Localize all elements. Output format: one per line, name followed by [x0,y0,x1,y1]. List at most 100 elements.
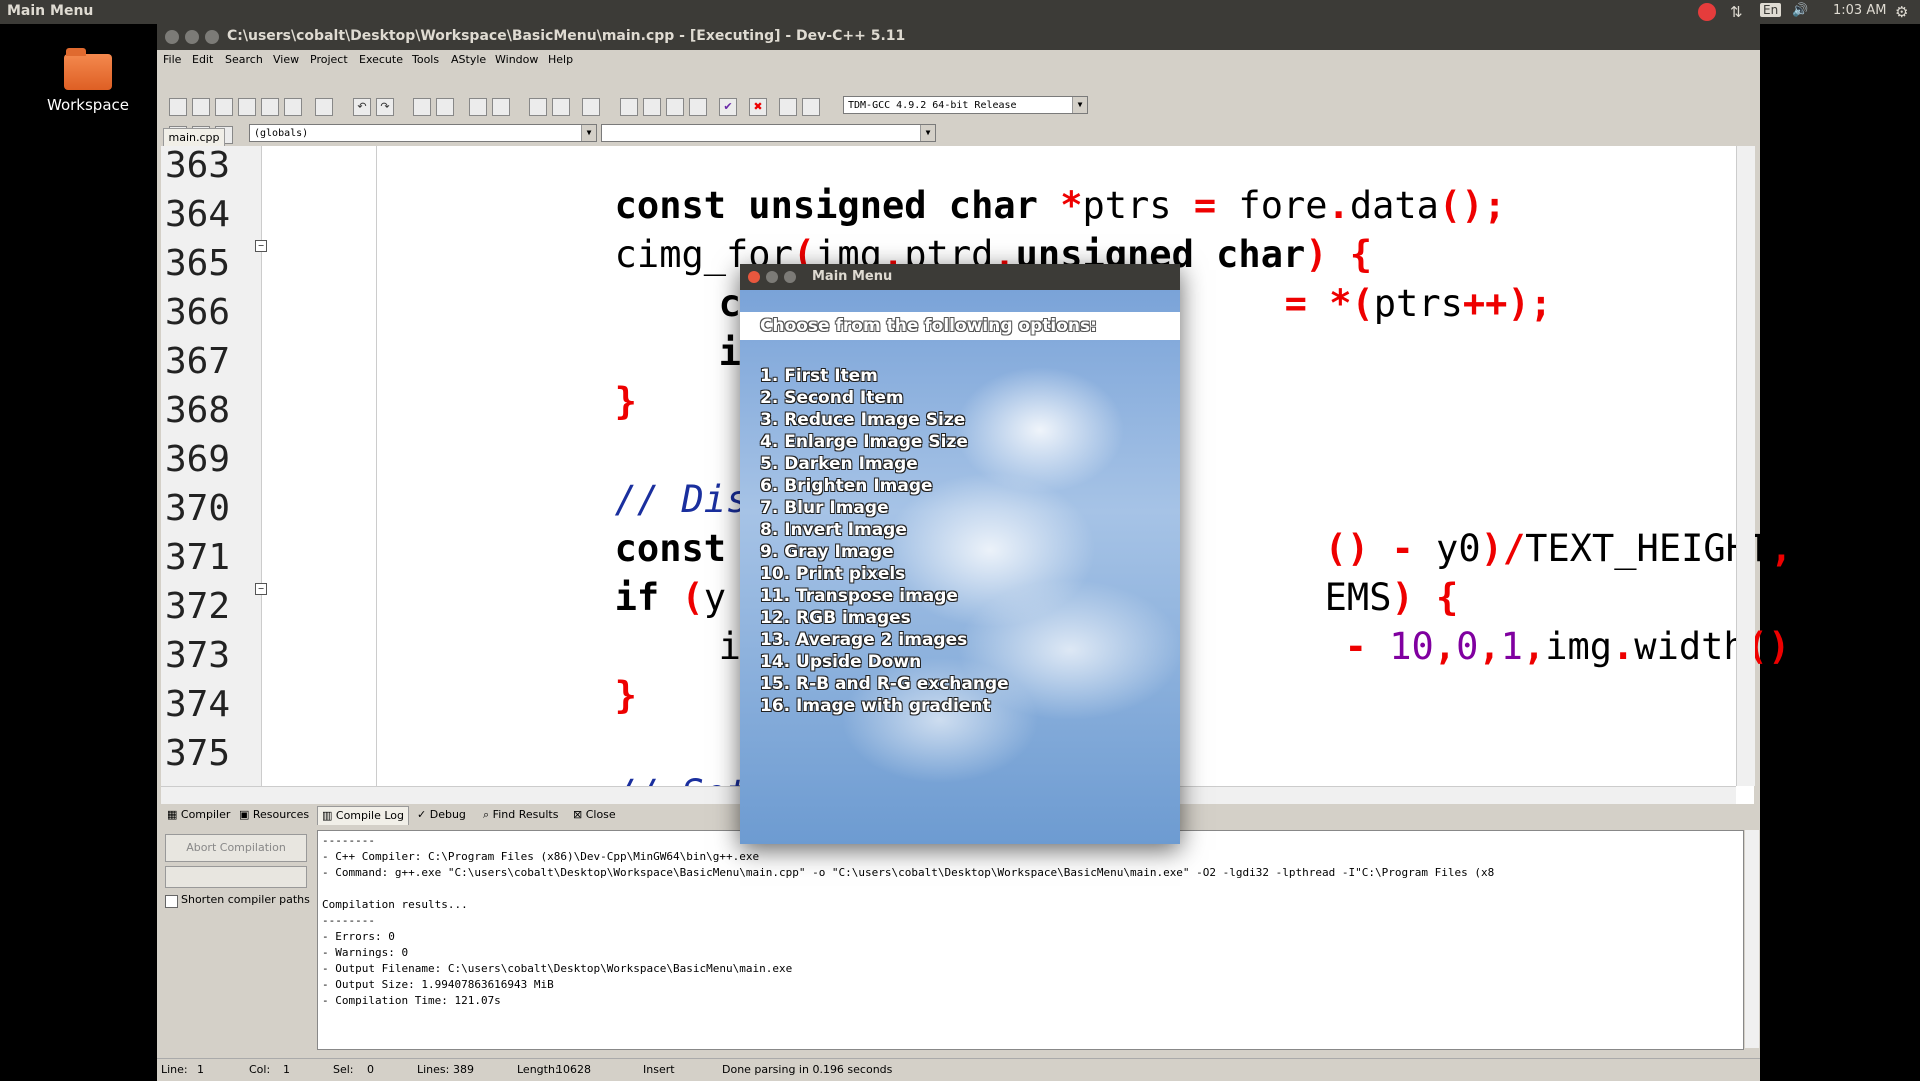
tab-debug[interactable]: ✓ Debug [413,806,470,824]
close-all-icon[interactable] [284,98,302,116]
menu-search[interactable]: Search [225,53,263,66]
new-project-icon[interactable] [620,98,638,116]
menu-option-4[interactable]: 4. Enlarge Image Size [760,431,968,453]
menu-file[interactable]: File [163,53,181,66]
record-indicator-icon[interactable] [1698,3,1716,21]
volume-icon[interactable]: 🔊 [1792,3,1808,18]
dialog-title: Main Menu [812,269,893,284]
save-project-icon[interactable] [666,98,684,116]
menu-option-3[interactable]: 3. Reduce Image Size [760,409,965,431]
fold-marker-icon[interactable]: − [255,583,267,595]
tab-close[interactable]: ⊠ Close [569,806,620,824]
tab-resources[interactable]: ▣ Resources [235,806,313,824]
dialog-minimize-button[interactable] [766,271,778,283]
menu-edit[interactable]: Edit [192,53,213,66]
menu-option-8[interactable]: 8. Invert Image [760,519,907,541]
minimize-window-button[interactable] [185,30,199,44]
menu-option-11[interactable]: 11. Transpose image [760,585,958,607]
open-file-icon[interactable] [192,98,210,116]
goto-back-icon[interactable] [529,98,547,116]
dialog-close-button[interactable] [748,271,760,283]
tab-compiler[interactable]: ▦ Compiler [163,806,234,824]
resources-icon: ▣ [239,808,253,821]
menu-option-13[interactable]: 13. Average 2 images [760,629,967,651]
tab-find-results[interactable]: ⌕ Find Results [479,806,562,824]
editor-vertical-scrollbar[interactable] [1736,146,1755,786]
find-icon[interactable] [413,98,431,116]
project-options-icon[interactable] [689,98,707,116]
save-all-icon[interactable] [238,98,256,116]
fold-marker-icon[interactable]: − [255,240,267,252]
menu-option-6[interactable]: 6. Brighten Image [760,475,933,497]
log-line: -------- [322,914,375,927]
log-line: Compilation results... [322,898,468,911]
replace-icon[interactable] [436,98,454,116]
menu-option-15[interactable]: 15. R-B and R-G exchange [760,673,1009,695]
goto-forward-icon[interactable] [552,98,570,116]
stop-execution-icon[interactable]: ✖ [749,98,767,116]
dialog-maximize-button[interactable] [784,271,796,283]
globals-select-value: (globals) [254,128,309,139]
chevron-down-icon[interactable]: ▼ [920,125,935,141]
menu-option-16[interactable]: 16. Image with gradient [760,695,991,717]
close-file-icon[interactable] [261,98,279,116]
menu-window[interactable]: Window [495,53,538,66]
gear-icon[interactable]: ⚙ [1895,3,1908,21]
menu-canvas[interactable]: Choose from the following options: 1. Fi… [740,290,1180,844]
menu-option-9[interactable]: 9. Gray Image [760,541,894,563]
save-icon[interactable] [215,98,233,116]
shorten-paths-checkbox[interactable] [165,895,178,908]
profile-icon[interactable] [779,98,797,116]
clock[interactable]: 1:03 AM [1833,3,1886,18]
check-syntax-icon[interactable]: ✔ [719,98,737,116]
tab-compile-log[interactable]: ▥ Compile Log [317,806,410,825]
code-line-371-tail: EMS) { [1324,576,1459,619]
log-line: - Errors: 0 [322,930,395,943]
menu-option-2[interactable]: 2. Second Item [760,387,904,409]
undo-icon[interactable]: ↶ [353,98,371,116]
compile-log[interactable]: -------- - C++ Compiler: C:\Program File… [317,830,1744,1050]
menu-option-5[interactable]: 5. Darken Image [760,453,918,475]
chevron-down-icon[interactable]: ▼ [1072,97,1087,113]
print-icon[interactable] [315,98,333,116]
members-select[interactable]: ▼ [601,124,936,142]
workspace-desktop-icon[interactable]: Workspace [40,48,136,128]
keyboard-layout-indicator[interactable]: En [1760,3,1782,17]
network-arrows-icon[interactable]: ⇅ [1730,3,1743,21]
folder-icon [64,48,112,90]
log-line: -------- [322,834,375,847]
new-file-icon[interactable] [169,98,187,116]
menu-option-7[interactable]: 7. Blur Image [760,497,889,519]
close-icon: ⊠ [573,808,586,821]
line-number: 375 [165,733,231,774]
menu-execute[interactable]: Execute [359,53,403,66]
unindent-icon[interactable] [492,98,510,116]
active-window-title: Main Menu [7,3,94,19]
dialog-titlebar[interactable]: Main Menu [740,264,1180,290]
compiler-select[interactable]: TDM-GCC 4.9.2 64-bit Release ▼ [843,96,1088,114]
open-project-icon[interactable] [643,98,661,116]
menu-project[interactable]: Project [310,53,348,66]
menu-option-1[interactable]: 1. First Item [760,365,878,387]
compile-progress-bar [165,866,307,888]
chevron-down-icon[interactable]: ▼ [581,125,596,141]
menu-option-12[interactable]: 12. RGB images [760,607,911,629]
bookmark-icon[interactable] [582,98,600,116]
compiler-select-value: TDM-GCC 4.9.2 64-bit Release [848,100,1017,111]
indent-icon[interactable] [469,98,487,116]
menu-tools[interactable]: Tools [412,53,439,66]
globals-select[interactable]: (globals) ▼ [249,124,597,142]
redo-icon[interactable]: ↷ [376,98,394,116]
menu-help[interactable]: Help [548,53,573,66]
abort-compilation-button[interactable]: Abort Compilation [165,834,307,862]
menu-option-10[interactable]: 10. Print pixels [760,563,905,585]
menu-astyle[interactable]: AStyle [451,53,486,66]
menu-view[interactable]: View [273,53,299,66]
maximize-window-button[interactable] [205,30,219,44]
log-vertical-scrollbar[interactable] [1745,830,1759,1048]
menubar: File Edit Search View Project Execute To… [157,50,1760,70]
debug-icon[interactable] [802,98,820,116]
devcpp-titlebar[interactable]: C:\users\cobalt\Desktop\Workspace\BasicM… [157,24,1760,50]
close-window-button[interactable] [165,30,179,44]
menu-option-14[interactable]: 14. Upside Down [760,651,921,673]
